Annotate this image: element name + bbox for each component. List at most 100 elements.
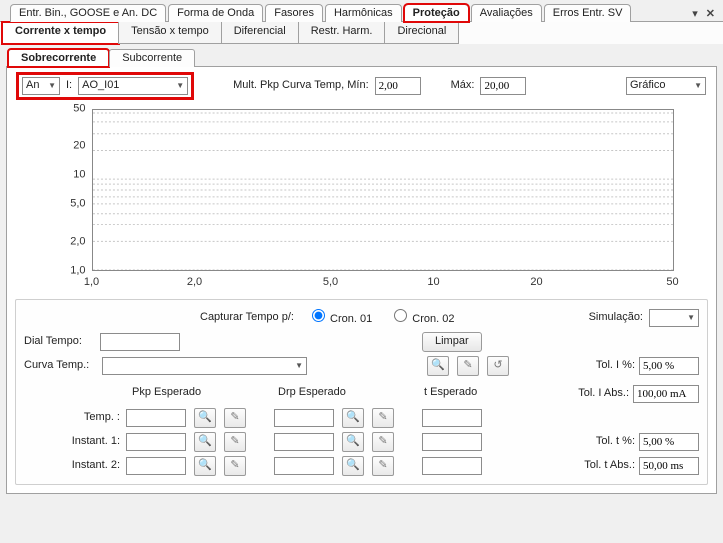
instant2-row: Instant. 2: 🔍 ✎ 🔍 ✎ Tol. t Abs.: <box>24 454 699 478</box>
cron1-radio-input[interactable] <box>312 309 325 322</box>
tab-restr-harm[interactable]: Restr. Harm. <box>298 22 386 44</box>
tol-t-input[interactable] <box>639 433 699 451</box>
tol-i-input[interactable] <box>639 357 699 375</box>
mult-max-value[interactable] <box>484 80 522 92</box>
tab-avaliacoes[interactable]: Avaliações <box>471 4 542 22</box>
pick-icon[interactable]: 🔍 <box>342 432 364 452</box>
dial-input[interactable] <box>100 333 180 351</box>
chevron-down-icon: ▼ <box>48 81 56 91</box>
cron2-label: Cron. 02 <box>412 313 454 325</box>
curve-combo[interactable]: ▼ <box>102 357 307 375</box>
chart-area: 50 20 10 5,0 2,0 1,0 1,0 2,0 5,0 10 20 5… <box>42 105 682 293</box>
x-tick: 10 <box>427 276 439 289</box>
tab-fasores[interactable]: Fasores <box>265 4 323 22</box>
cron2-radio-input[interactable] <box>394 309 407 322</box>
inst1-pkp-input[interactable] <box>126 433 186 451</box>
instant1-label: Instant. 1: <box>24 435 120 448</box>
mult-min-input[interactable] <box>375 77 421 95</box>
inst2-drp-input[interactable] <box>274 457 334 475</box>
cron2-radio[interactable]: Cron. 02 <box>394 309 454 326</box>
chart-plot[interactable] <box>92 109 674 271</box>
simulacao-label: Simulação: <box>589 311 643 324</box>
pick-icon[interactable]: 🔍 <box>194 432 216 452</box>
bottom-controls: Capturar Tempo p/: Cron. 01 Cron. 02 Sim… <box>15 299 708 485</box>
view-combo-value: Gráfico <box>630 79 665 92</box>
instant1-row: Instant. 1: 🔍 ✎ 🔍 ✎ Tol. t %: <box>24 430 699 454</box>
capture-label: Capturar Tempo p/: <box>200 311 294 324</box>
simulacao-combo[interactable]: ▼ <box>649 309 699 327</box>
y-tick: 5,0 <box>42 197 86 210</box>
tol-t-abs-input[interactable] <box>639 457 699 475</box>
inst2-pkp-input[interactable] <box>126 457 186 475</box>
chart-grid <box>93 110 673 270</box>
tab-subcorrente[interactable]: Subcorrente <box>109 49 195 67</box>
edit-icon[interactable]: ✎ <box>224 408 246 428</box>
pick-icon[interactable]: 🔍 <box>342 408 364 428</box>
tab-corrente-tempo[interactable]: Corrente x tempo <box>2 22 119 44</box>
view-combo[interactable]: Gráfico ▼ <box>626 77 706 95</box>
cron1-radio[interactable]: Cron. 01 <box>312 309 372 326</box>
edit-icon[interactable]: ✎ <box>224 456 246 476</box>
mode-combo[interactable]: An ▼ <box>22 77 60 95</box>
tab-harmonicas[interactable]: Harmônicas <box>325 4 402 22</box>
close-icon[interactable]: ✕ <box>702 8 719 21</box>
tol-t-label: Tol. t %: <box>596 435 635 448</box>
x-tick: 5,0 <box>323 276 338 289</box>
temp-row: Temp. : 🔍 ✎ 🔍 ✎ <box>24 406 699 430</box>
y-tick: 10 <box>42 168 86 181</box>
temp-t-input[interactable] <box>422 409 482 427</box>
temp-pkp-input[interactable] <box>126 409 186 427</box>
t-header: t Esperado <box>422 386 532 399</box>
curve-label: Curva Temp.: <box>24 359 96 372</box>
pkp-header: Pkp Esperado <box>130 386 270 399</box>
chevron-down-icon: ▼ <box>694 81 702 91</box>
edit-icon[interactable]: ✎ <box>372 432 394 452</box>
y-tick: 2,0 <box>42 235 86 248</box>
pick-icon[interactable]: 🔍 <box>342 456 364 476</box>
mult-min-value[interactable] <box>379 80 417 92</box>
selector-row: An ▼ I: AO_I01 ▼ Mult. Pkp Curva Temp, M… <box>7 67 716 103</box>
pick-icon[interactable]: 🔍 <box>194 456 216 476</box>
tab-protecao[interactable]: Proteção <box>404 4 469 22</box>
zoom-out-icon[interactable]: 🔍 <box>427 356 449 376</box>
inst1-drp-input[interactable] <box>274 433 334 451</box>
tol-i-abs-input[interactable] <box>633 385 699 403</box>
temp-drp-input[interactable] <box>274 409 334 427</box>
reset-zoom-icon[interactable]: ↺ <box>487 356 509 376</box>
inst2-t-input[interactable] <box>422 457 482 475</box>
line-tool-icon[interactable]: ✎ <box>457 356 479 376</box>
tab-erros-sv[interactable]: Erros Entr. SV <box>544 4 632 22</box>
mult-max-input[interactable] <box>480 77 526 95</box>
tab-direcional[interactable]: Direcional <box>384 22 459 44</box>
tab-tensao-tempo[interactable]: Tensão x tempo <box>118 22 222 44</box>
tab-entr-bin[interactable]: Entr. Bin., GOOSE e An. DC <box>10 4 166 22</box>
tab-forma-onda[interactable]: Forma de Onda <box>168 4 263 22</box>
limpar-button[interactable]: Limpar <box>422 332 482 351</box>
dropdown-icon[interactable]: ▾ <box>688 8 702 21</box>
edit-icon[interactable]: ✎ <box>224 432 246 452</box>
edit-icon[interactable]: ✎ <box>372 408 394 428</box>
inst1-t-input[interactable] <box>422 433 482 451</box>
dial-label: Dial Tempo: <box>24 335 94 348</box>
temp-label: Temp. : <box>24 411 120 424</box>
tol-t-abs-label: Tol. t Abs.: <box>584 459 635 472</box>
tol-i-label: Tol. I %: <box>596 359 635 372</box>
y-tick: 1,0 <box>42 264 86 277</box>
edit-icon[interactable]: ✎ <box>372 456 394 476</box>
y-tick: 50 <box>42 102 86 115</box>
sub-sub-tabs: Sobrecorrente Subcorrente <box>0 44 723 66</box>
x-tick: 50 <box>666 276 678 289</box>
channel-combo[interactable]: AO_I01 ▼ <box>78 77 188 95</box>
pick-icon[interactable]: 🔍 <box>194 408 216 428</box>
x-tick: 1,0 <box>84 276 99 289</box>
expected-header-row: Pkp Esperado Drp Esperado t Esperado Tol… <box>24 382 699 406</box>
tab-diferencial[interactable]: Diferencial <box>221 22 299 44</box>
tab-sobrecorrente[interactable]: Sobrecorrente <box>8 49 109 67</box>
sub-tabs: Corrente x tempo Tensão x tempo Diferenc… <box>0 22 723 44</box>
curve-row: Curva Temp.: ▼ 🔍 ✎ ↺ Tol. I %: <box>24 354 699 378</box>
dial-row: Dial Tempo: Limpar <box>24 330 699 354</box>
mult-min-label: Mult. Pkp Curva Temp, Mín: <box>233 79 369 92</box>
main-panel: An ▼ I: AO_I01 ▼ Mult. Pkp Curva Temp, M… <box>6 66 717 494</box>
channel-label: I: <box>66 79 72 92</box>
channel-combo-value: AO_I01 <box>82 79 119 92</box>
